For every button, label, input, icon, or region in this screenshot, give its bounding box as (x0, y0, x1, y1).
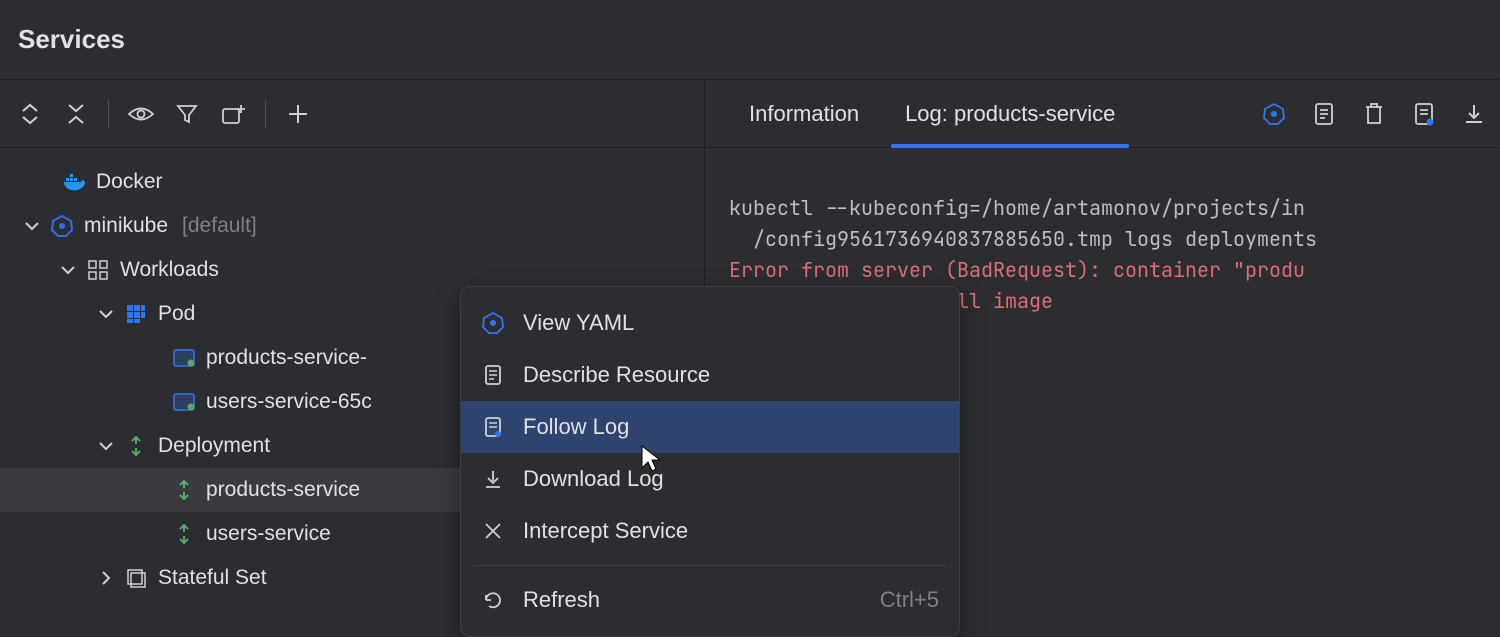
delete-action[interactable] (1358, 98, 1390, 130)
panel-title: Services (18, 24, 125, 55)
context-menu: View YAML Describe Resource Follow Log D… (460, 286, 960, 637)
menu-item-describe[interactable]: Describe Resource (461, 349, 959, 401)
docker-icon (62, 170, 86, 194)
menu-item-refresh[interactable]: Refresh Ctrl+5 (461, 574, 959, 626)
tree-item-label: products-service- (206, 346, 367, 370)
statefulset-icon (124, 566, 148, 590)
tree-item-label: products-service (206, 478, 360, 502)
menu-item-follow-log[interactable]: Follow Log (461, 401, 959, 453)
tree-item-minikube[interactable]: minikube [default] (0, 204, 704, 248)
follow-log-icon (481, 416, 505, 438)
follow-log-action[interactable] (1408, 98, 1440, 130)
panel-header: Services (0, 0, 1500, 80)
chevron-down-icon (98, 441, 114, 451)
menu-item-intercept[interactable]: Intercept Service (461, 505, 959, 557)
menu-item-label: Intercept Service (523, 518, 688, 544)
describe-action[interactable] (1308, 98, 1340, 130)
deployment-icon (172, 522, 196, 546)
show-button[interactable] (119, 92, 163, 136)
resource-icon (172, 390, 196, 414)
tab-information[interactable]: Information (735, 80, 873, 148)
chevron-down-icon (60, 265, 76, 275)
log-line: /config9561736940837885650.tmp logs depl… (729, 226, 1317, 252)
filter-button[interactable] (165, 92, 209, 136)
menu-item-label: View YAML (523, 310, 634, 336)
intercept-icon (481, 522, 505, 540)
kubernetes-icon (50, 214, 74, 238)
tabs-row: Information Log: products-service (705, 80, 1500, 148)
tree-item-label: Workloads (120, 258, 219, 282)
tree-item-sublabel: [default] (182, 214, 257, 238)
kubernetes-icon (481, 312, 505, 334)
log-error-line: Error from server (BadRequest): containe… (729, 257, 1305, 283)
tree-item-label: minikube (84, 214, 168, 238)
chevron-down-icon (24, 221, 40, 231)
download-icon (481, 469, 505, 489)
add-button[interactable] (276, 92, 320, 136)
document-icon (481, 364, 505, 386)
tree-item-docker[interactable]: Docker (0, 160, 704, 204)
menu-item-download-log[interactable]: Download Log (461, 453, 959, 505)
grid-icon (86, 258, 110, 282)
tree-item-label: Pod (158, 302, 195, 326)
chevron-right-icon (98, 571, 114, 585)
chevron-down-icon (98, 309, 114, 319)
tab-log[interactable]: Log: products-service (891, 80, 1129, 148)
deployment-icon (124, 434, 148, 458)
menu-item-label: Download Log (523, 466, 664, 492)
toolbar-divider (108, 100, 109, 128)
sidebar-toolbar (0, 80, 704, 148)
menu-shortcut: Ctrl+5 (880, 587, 939, 613)
menu-item-label: Describe Resource (523, 362, 710, 388)
deployment-icon (172, 478, 196, 502)
log-line: kubectl --kubeconfig=/home/artamonov/pro… (729, 195, 1305, 221)
collapse-all-button[interactable] (54, 92, 98, 136)
open-new-tab-button[interactable] (211, 92, 255, 136)
tree-item-label: Deployment (158, 434, 270, 458)
resource-icon (172, 346, 196, 370)
refresh-icon (481, 590, 505, 610)
tree-item-label: users-service (206, 522, 331, 546)
menu-item-view-yaml[interactable]: View YAML (461, 297, 959, 349)
panel-actions (1258, 98, 1500, 130)
menu-item-label: Follow Log (523, 414, 629, 440)
expand-all-button[interactable] (8, 92, 52, 136)
tree-item-label: Stateful Set (158, 566, 267, 590)
toolbar-divider (265, 100, 266, 128)
tree-item-label: Docker (96, 170, 163, 194)
download-action[interactable] (1458, 98, 1490, 130)
pod-icon (124, 302, 148, 326)
menu-item-label: Refresh (523, 587, 600, 613)
view-yaml-action[interactable] (1258, 98, 1290, 130)
tree-item-label: users-service-65c (206, 390, 372, 414)
menu-separator (473, 565, 947, 566)
